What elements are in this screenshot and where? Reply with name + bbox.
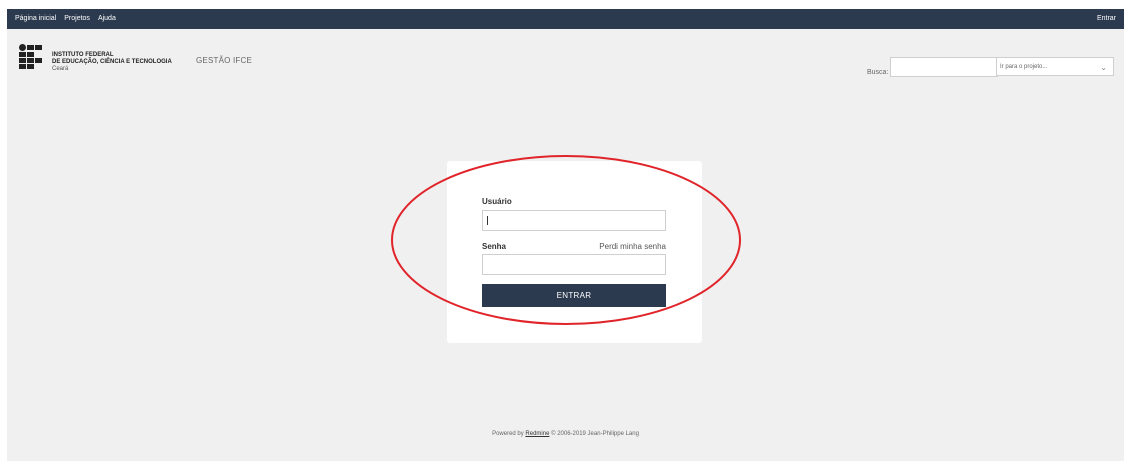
password-field[interactable]: [482, 254, 666, 275]
ifce-logo-icon: [19, 44, 49, 74]
logo-line1: INSTITUTO FEDERAL: [52, 52, 114, 58]
project-jump-select[interactable]: Ir para o projeto... ⌄: [996, 57, 1114, 76]
login-card: Usuário Senha Perdi minha senha ENTRAR: [447, 161, 702, 343]
nav-home[interactable]: Página inicial: [15, 15, 56, 22]
username-field[interactable]: [482, 210, 666, 231]
top-menu: Página inicial Projetos Ajuda Entrar: [7, 9, 1124, 29]
password-label: Senha: [482, 242, 507, 251]
footer-prefix: Powered by: [492, 431, 524, 437]
logo-line3: Ceará: [52, 66, 69, 72]
redmine-link[interactable]: Redmine: [525, 431, 549, 437]
top-menu-nav: Página inicial Projetos Ajuda: [15, 15, 116, 22]
page-frame: Página inicial Projetos Ajuda Entrar INS…: [7, 9, 1124, 461]
project-jump-label: Ir para o projeto...: [1000, 64, 1048, 70]
text-cursor: [487, 216, 488, 225]
nav-help[interactable]: Ajuda: [98, 15, 116, 22]
nav-projects[interactable]: Projetos: [64, 15, 90, 22]
chevron-down-icon: ⌄: [1100, 63, 1107, 72]
institution-logo: INSTITUTO FEDERAL DE EDUCAÇÃO, CIÊNCIA E…: [19, 44, 172, 74]
search-label: Busca:: [867, 69, 889, 76]
login-link[interactable]: Entrar: [1097, 15, 1116, 22]
footer: Powered by Redmine © 2006-2019 Jean-Phil…: [7, 431, 1124, 437]
forgot-password-link[interactable]: Perdi minha senha: [599, 242, 666, 251]
footer-suffix: © 2006-2019 Jean-Philippe Lang: [551, 431, 639, 437]
logo-line2: DE EDUCAÇÃO, CIÊNCIA E TECNOLOGIA: [52, 59, 172, 65]
project-title: GESTÃO IFCE: [196, 56, 252, 65]
search-input[interactable]: [890, 57, 998, 77]
username-label: Usuário: [482, 197, 512, 206]
login-submit-button[interactable]: ENTRAR: [482, 284, 666, 307]
